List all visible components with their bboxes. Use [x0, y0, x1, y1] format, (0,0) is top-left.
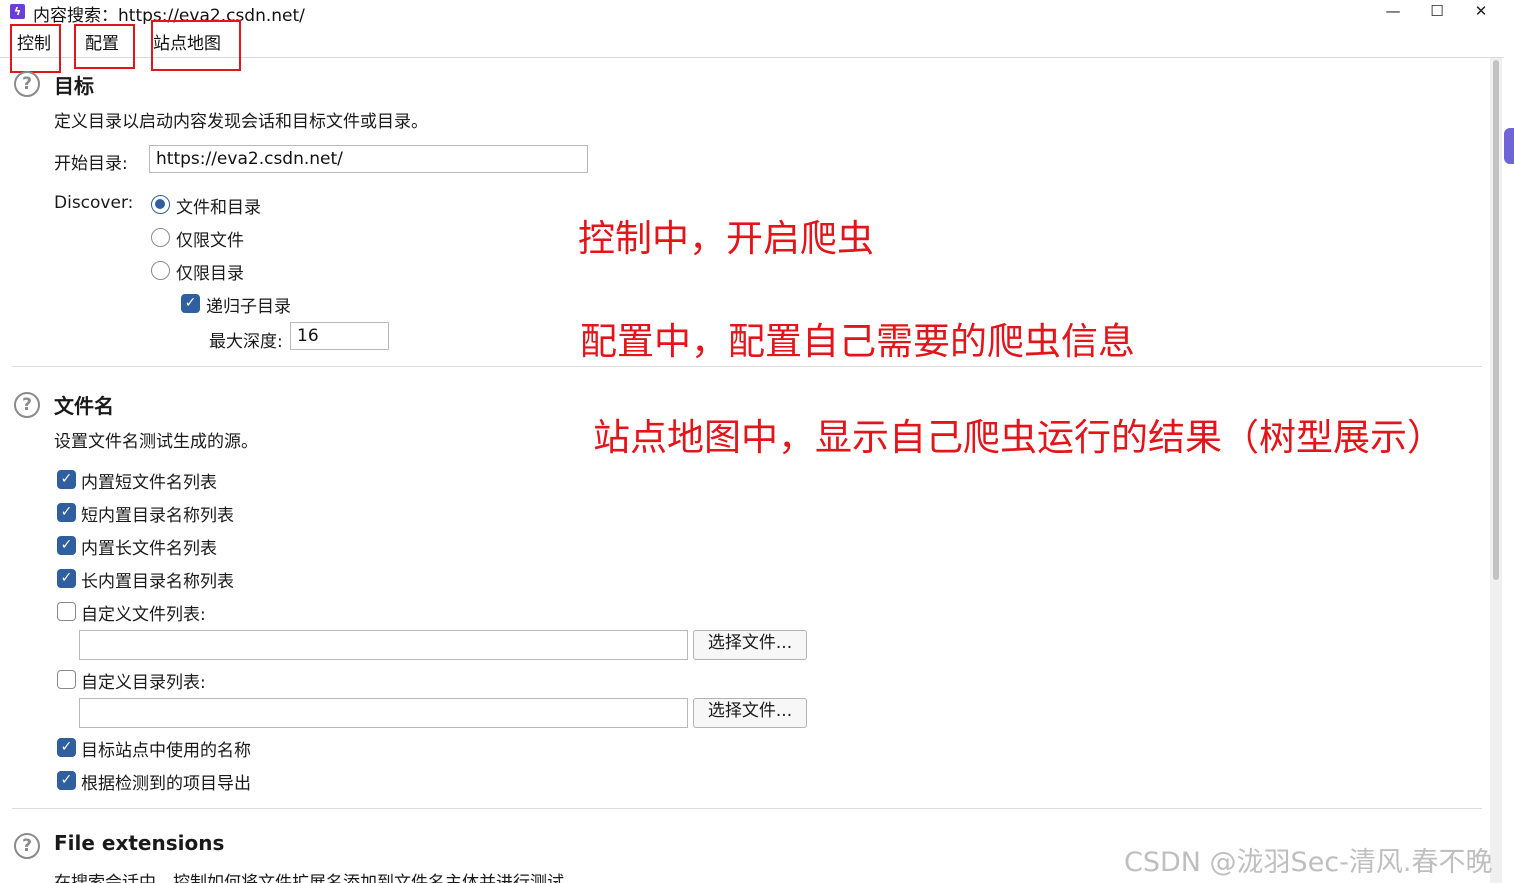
checkbox-builtin-short-dirs[interactable]: ✓: [57, 503, 76, 522]
section-title-filenames: 文件名: [54, 394, 114, 418]
max-depth-input[interactable]: 16: [290, 322, 389, 350]
scrollbar-thumb[interactable]: [1493, 60, 1499, 580]
start-dir-input[interactable]: https://eva2.csdn.net/: [149, 145, 588, 173]
settings-panel: ? 目标 定义目录以启动内容发现会话和目标文件或目录。 开始目录: https:…: [0, 58, 1490, 883]
checkbox-label: 内置长文件名列表: [81, 539, 217, 559]
section-divider: [12, 366, 1482, 367]
annotation-config: 配置中，配置自己需要的爬虫信息: [580, 320, 1135, 363]
csdn-watermark: CSDN @泷羽Sec-清风.春不晚: [1124, 847, 1493, 878]
checkbox-label: 长内置目录名称列表: [81, 572, 234, 592]
checkbox-names-in-target[interactable]: ✓: [57, 738, 76, 757]
filenames-description: 设置文件名测试生成的源。: [54, 432, 258, 452]
checkbox-derive-from-items[interactable]: ✓: [57, 771, 76, 790]
checkbox-label: 短内置目录名称列表: [81, 506, 234, 526]
custom-file-list-input[interactable]: [79, 630, 688, 660]
help-icon[interactable]: ?: [14, 71, 40, 97]
minimize-button[interactable]: —: [1373, 0, 1413, 24]
radio-label: 文件和目录: [176, 198, 261, 218]
start-dir-label: 开始目录:: [54, 154, 128, 174]
close-button[interactable]: ✕: [1461, 0, 1501, 24]
annotation-control: 控制中，开启爬虫: [578, 217, 874, 260]
radio-files-only[interactable]: [151, 228, 170, 247]
max-depth-label: 最大深度:: [209, 332, 283, 352]
content-discovery-window: ϟ 内容搜索：https://eva2.csdn.net/ — ☐ ✕ 控制 配…: [0, 0, 1505, 883]
radio-label: 仅限目录: [176, 264, 244, 284]
annotation-sitemap: 站点地图中，显示自己爬虫运行的结果（树型展示）: [593, 416, 1444, 459]
checkbox-label: 自定义文件列表:: [81, 605, 206, 625]
checkbox-builtin-short-files[interactable]: ✓: [57, 470, 76, 489]
help-icon[interactable]: ?: [14, 392, 40, 418]
section-title-file-extensions: File extensions: [54, 831, 225, 855]
checkbox-builtin-long-dirs[interactable]: ✓: [57, 569, 76, 588]
checkbox-custom-file-list[interactable]: [57, 602, 76, 621]
checkbox-label: 目标站点中使用的名称: [81, 741, 251, 761]
file-extensions-description: 在搜索会话中，控制如何将文件扩展名添加到文件名主体并进行测试: [54, 873, 564, 883]
maximize-button[interactable]: ☐: [1417, 0, 1457, 24]
checkbox-label: 根据检测到的项目导出: [81, 774, 251, 794]
custom-dir-list-input[interactable]: [79, 698, 688, 728]
checkbox-label: 递归子目录: [206, 297, 291, 317]
target-description: 定义目录以启动内容发现会话和目标文件或目录。: [54, 112, 428, 132]
choose-file-button[interactable]: 选择文件...: [693, 630, 807, 660]
section-title-target: 目标: [54, 74, 94, 98]
help-icon[interactable]: ?: [14, 833, 40, 859]
radio-dirs-only[interactable]: [151, 261, 170, 280]
choose-file-button[interactable]: 选择文件...: [693, 698, 807, 728]
radio-files-and-dirs[interactable]: [151, 195, 170, 214]
checkbox-builtin-long-files[interactable]: ✓: [57, 536, 76, 555]
checkbox-label: 自定义目录列表:: [81, 673, 206, 693]
lightning-app-icon: ϟ: [10, 4, 25, 19]
side-widget-icon[interactable]: [1504, 128, 1514, 164]
section-divider: [12, 808, 1482, 809]
checkbox-label: 内置短文件名列表: [81, 473, 217, 493]
checkbox-custom-dir-list[interactable]: [57, 670, 76, 689]
discover-label: Discover:: [54, 193, 134, 213]
vertical-scrollbar[interactable]: [1490, 58, 1502, 883]
checkbox-recurse-subdirs[interactable]: ✓: [181, 294, 200, 313]
radio-label: 仅限文件: [176, 231, 244, 251]
